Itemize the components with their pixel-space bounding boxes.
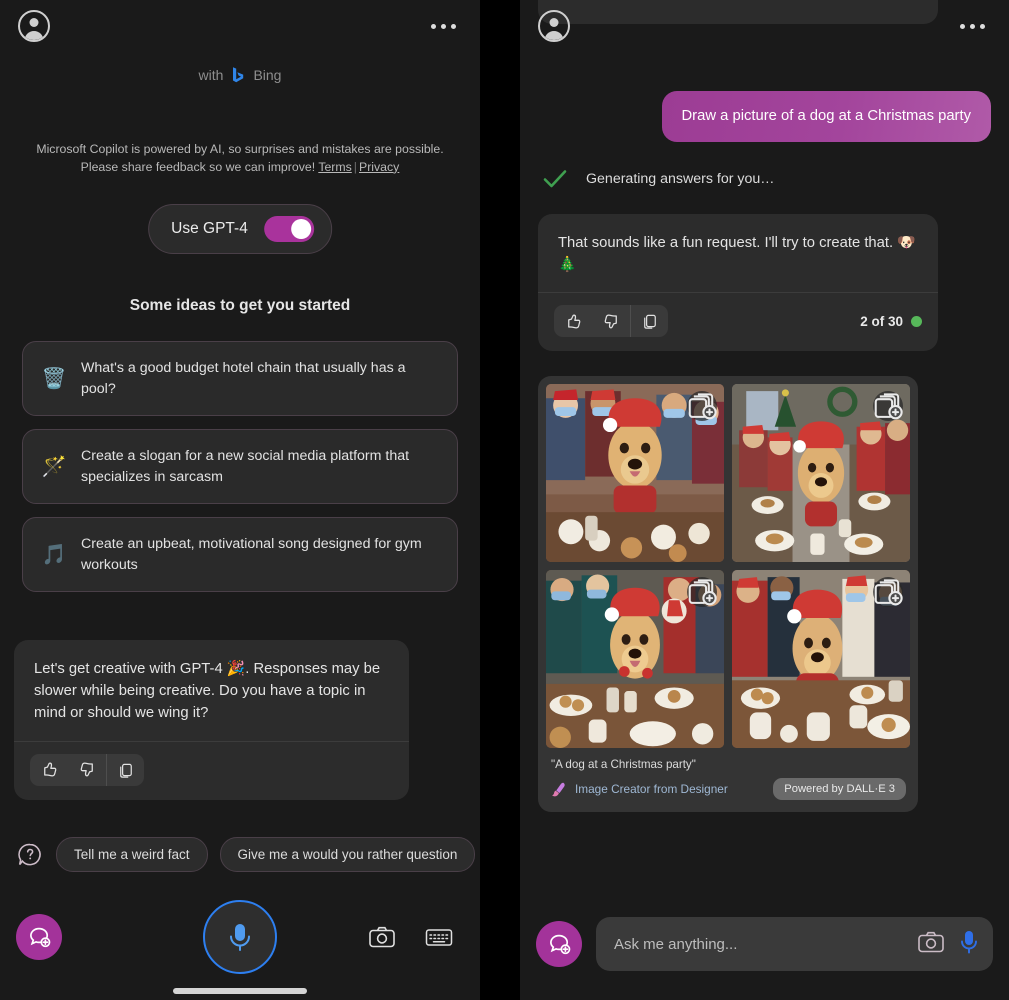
idea-suggestion-list: 🗑️ What's a good budget hotel chain that… bbox=[22, 341, 458, 605]
powered-by-badge: Powered by DALL·E 3 bbox=[773, 778, 906, 800]
generated-image-card: "A dog at a Christmas party" Image Creat… bbox=[538, 376, 918, 812]
copilot-home-panel: with Bing Microsoft Copilot is powered b… bbox=[0, 0, 480, 1000]
generating-status: Generating answers for you… bbox=[542, 168, 774, 190]
account-circle-icon[interactable] bbox=[538, 10, 570, 42]
generated-image-4[interactable] bbox=[732, 570, 910, 748]
idea-card-label: Create a slogan for a new social media p… bbox=[81, 448, 410, 485]
add-to-collection-icon[interactable] bbox=[687, 391, 717, 421]
add-to-collection-icon[interactable] bbox=[873, 577, 903, 607]
add-to-collection-icon[interactable] bbox=[873, 391, 903, 421]
add-to-collection-icon[interactable] bbox=[687, 577, 717, 607]
use-gpt4-toggle[interactable]: Use GPT-4 bbox=[148, 204, 332, 254]
thumbs-up-icon[interactable] bbox=[30, 754, 68, 786]
with-bing-branding: with Bing bbox=[0, 66, 480, 84]
left-action-bar bbox=[0, 900, 480, 974]
suggestion-chip-row: Tell me a weird fact Give me a would you… bbox=[16, 837, 480, 872]
bot-message-text: Let's get creative with GPT-4 🎉. Respons… bbox=[34, 661, 381, 722]
privacy-link[interactable]: Privacy bbox=[359, 160, 399, 174]
question-chat-icon[interactable] bbox=[16, 841, 44, 869]
thumbs-down-icon[interactable] bbox=[68, 754, 106, 786]
generated-image-2[interactable] bbox=[732, 384, 910, 562]
chip-would-you-rather[interactable]: Give me a would you rather question bbox=[219, 837, 476, 872]
generating-status-text: Generating answers for you… bbox=[586, 171, 775, 187]
ai-disclaimer: Microsoft Copilot is powered by AI, so s… bbox=[20, 141, 460, 177]
bing-logo-icon bbox=[230, 66, 246, 84]
home-indicator bbox=[173, 988, 307, 994]
more-options-icon[interactable] bbox=[954, 18, 991, 35]
disclaimer-separator: | bbox=[353, 159, 357, 174]
thumbs-down-icon[interactable] bbox=[592, 305, 630, 337]
status-dot bbox=[911, 315, 922, 327]
idea-card-song[interactable]: 🎵 Create an upbeat, motivational song de… bbox=[22, 517, 458, 592]
left-top-bar bbox=[0, 0, 480, 52]
image-grid bbox=[546, 384, 910, 748]
more-options-icon[interactable] bbox=[425, 18, 462, 35]
gpt4-switch[interactable] bbox=[263, 216, 314, 242]
bot-message-footer bbox=[14, 740, 409, 800]
thumbs-up-icon[interactable] bbox=[554, 305, 592, 337]
user-message-bubble: Draw a picture of a dog at a Christmas p… bbox=[661, 91, 991, 143]
microphone-icon[interactable] bbox=[959, 929, 979, 960]
reaction-button-group bbox=[30, 753, 144, 786]
with-label: with bbox=[198, 67, 224, 83]
idea-card-label: Create an upbeat, motivational song desi… bbox=[81, 536, 422, 573]
generated-image-3[interactable] bbox=[546, 570, 724, 748]
image-creator-attribution[interactable]: Image Creator from Designer bbox=[550, 781, 728, 798]
copy-icon[interactable] bbox=[106, 753, 144, 786]
generated-image-1[interactable] bbox=[546, 384, 724, 562]
reaction-button-group bbox=[554, 305, 668, 338]
right-input-bar: Ask me anything... bbox=[520, 914, 1009, 974]
screenshot-stage: with Bing Microsoft Copilot is powered b… bbox=[0, 0, 1009, 1000]
new-chat-plus-icon[interactable] bbox=[536, 921, 582, 967]
copy-icon[interactable] bbox=[630, 305, 668, 338]
image-creator-brush-icon bbox=[552, 782, 565, 796]
wastebasket-icon: 🗑️ bbox=[41, 367, 67, 390]
turn-counter-text: 2 of 30 bbox=[860, 313, 903, 329]
idea-card-slogan[interactable]: 🪄 Create a slogan for a new social media… bbox=[22, 429, 458, 504]
music-note-icon: 🎵 bbox=[41, 543, 67, 566]
image-prompt-caption: "A dog at a Christmas party" bbox=[551, 758, 696, 771]
image-card-footer: Image Creator from Designer Powered by D… bbox=[546, 778, 910, 803]
use-gpt4-label: Use GPT-4 bbox=[171, 220, 248, 237]
ask-input-placeholder[interactable]: Ask me anything... bbox=[614, 936, 903, 953]
bot-message-bubble: That sounds like a fun request. I'll try… bbox=[538, 214, 938, 352]
bot-message-bubble: Let's get creative with GPT-4 🎉. Respons… bbox=[14, 640, 409, 800]
keyboard-icon[interactable] bbox=[423, 922, 455, 952]
bing-label: Bing bbox=[253, 67, 282, 83]
new-chat-plus-icon[interactable] bbox=[16, 914, 62, 960]
idea-card-hotel[interactable]: 🗑️ What's a good budget hotel chain that… bbox=[22, 341, 458, 416]
bot-message-footer: 2 of 30 bbox=[538, 292, 938, 351]
account-circle-icon[interactable] bbox=[18, 10, 50, 42]
camera-icon[interactable] bbox=[917, 930, 945, 959]
terms-link[interactable]: Terms bbox=[318, 160, 351, 174]
right-top-bar bbox=[520, 0, 1009, 52]
bot-message-text: That sounds like a fun request. I'll try… bbox=[558, 235, 916, 274]
ideas-heading: Some ideas to get you started bbox=[129, 297, 351, 314]
magic-wand-icon: 🪄 bbox=[41, 455, 67, 478]
microphone-icon[interactable] bbox=[203, 900, 277, 974]
ask-input-container[interactable]: Ask me anything... bbox=[596, 917, 993, 971]
camera-icon[interactable] bbox=[366, 922, 398, 952]
check-mark-icon bbox=[543, 170, 567, 188]
turn-counter: 2 of 30 bbox=[860, 314, 922, 329]
idea-card-label: What's a good budget hotel chain that us… bbox=[81, 360, 406, 397]
copilot-conversation-panel: Draw a picture of a dog at a Christmas p… bbox=[520, 0, 1009, 1000]
chip-weird-fact[interactable]: Tell me a weird fact bbox=[56, 837, 208, 872]
image-creator-label: Image Creator from Designer bbox=[575, 782, 728, 796]
